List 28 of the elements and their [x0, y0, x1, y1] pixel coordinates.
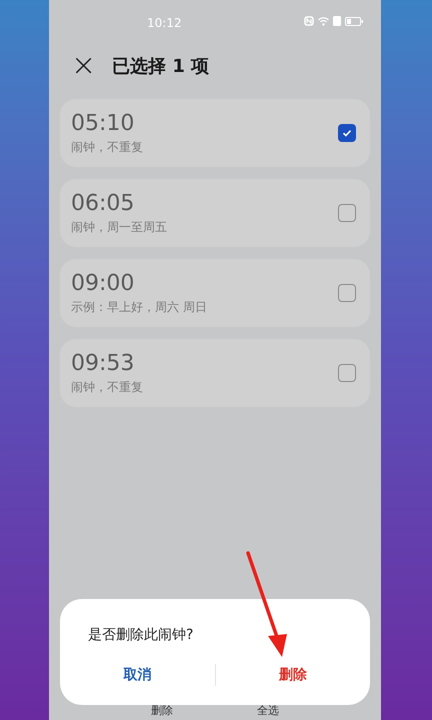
alarm-time: 05:10 [71, 110, 136, 136]
sim-icon [333, 16, 341, 26]
checkbox[interactable] [338, 284, 356, 302]
alarm-card[interactable]: 09:00 示例：早上好，周六 周日 [60, 259, 370, 327]
alarm-label: 闹钟，周一至周五 [71, 218, 168, 236]
alarm-label: 闹钟，不重复 [71, 138, 144, 156]
nfc-icon [304, 16, 314, 26]
wifi-icon [318, 16, 329, 26]
cancel-button[interactable]: 取消 [60, 660, 214, 690]
checkbox[interactable] [338, 364, 356, 382]
page-title: 已选择 1 项 [112, 54, 210, 78]
checkbox[interactable] [338, 124, 356, 142]
alarm-time: 09:53 [71, 350, 136, 376]
bottom-bar-label[interactable]: 全选 [257, 704, 279, 717]
alarm-card[interactable]: 09:53 闹钟，不重复 [60, 339, 370, 407]
battery-icon [345, 16, 363, 26]
alarm-card[interactable]: 06:05 闹钟，周一至周五 [60, 179, 370, 247]
close-button[interactable]: × [71, 51, 96, 81]
delete-button[interactable]: 删除 [216, 660, 370, 690]
dialog-message: 是否删除此闹钟? [88, 626, 194, 645]
status-time: 10:12 [147, 15, 182, 32]
alarm-label: 示例：早上好，周六 周日 [71, 298, 208, 316]
alarm-time: 06:05 [71, 190, 136, 216]
checkbox[interactable] [338, 204, 356, 222]
alarm-label: 闹钟，不重复 [71, 378, 144, 396]
alarm-card[interactable]: 05:10 闹钟，不重复 [60, 99, 370, 167]
bottom-bar-label[interactable]: 删除 [151, 704, 173, 717]
alarm-time: 09:00 [71, 270, 136, 296]
